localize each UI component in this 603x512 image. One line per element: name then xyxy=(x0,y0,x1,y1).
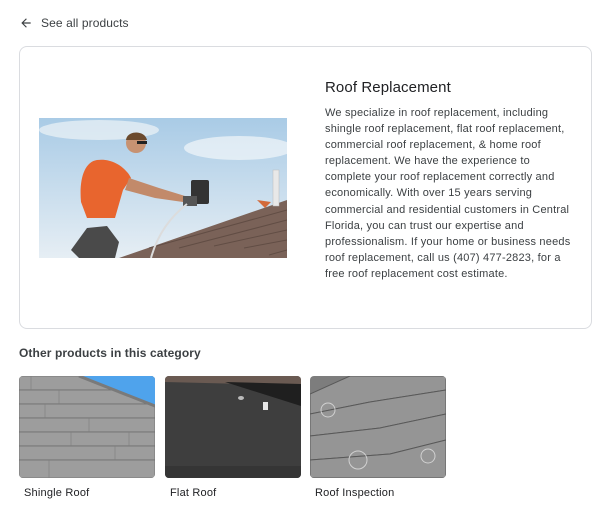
product-label-shingle-roof: Shingle Roof xyxy=(24,487,90,499)
shingle-roof-image xyxy=(19,376,155,478)
product-card-roof-inspection[interactable]: Roof Inspection xyxy=(310,376,446,499)
roof-inspection-image xyxy=(310,376,446,478)
flat-roof-image xyxy=(165,376,301,478)
product-detail-card: Roof Replacement We specialize in roof r… xyxy=(19,46,592,329)
product-description: We specialize in roof replacement, inclu… xyxy=(325,107,571,280)
roofer-nailing-shingles-image xyxy=(39,118,287,258)
arrow-left-icon xyxy=(21,18,31,28)
see-all-products-link[interactable]: See all products xyxy=(19,14,129,32)
related-products-heading: Other products in this category xyxy=(19,346,201,360)
see-all-products-label: See all products xyxy=(41,16,129,30)
product-card-flat-roof[interactable]: Flat Roof xyxy=(165,376,301,499)
product-card-shingle-roof[interactable]: Shingle Roof xyxy=(19,376,155,499)
product-title: Roof Replacement xyxy=(325,79,451,96)
product-label-flat-roof: Flat Roof xyxy=(170,487,217,499)
product-label-roof-inspection: Roof Inspection xyxy=(315,487,395,499)
